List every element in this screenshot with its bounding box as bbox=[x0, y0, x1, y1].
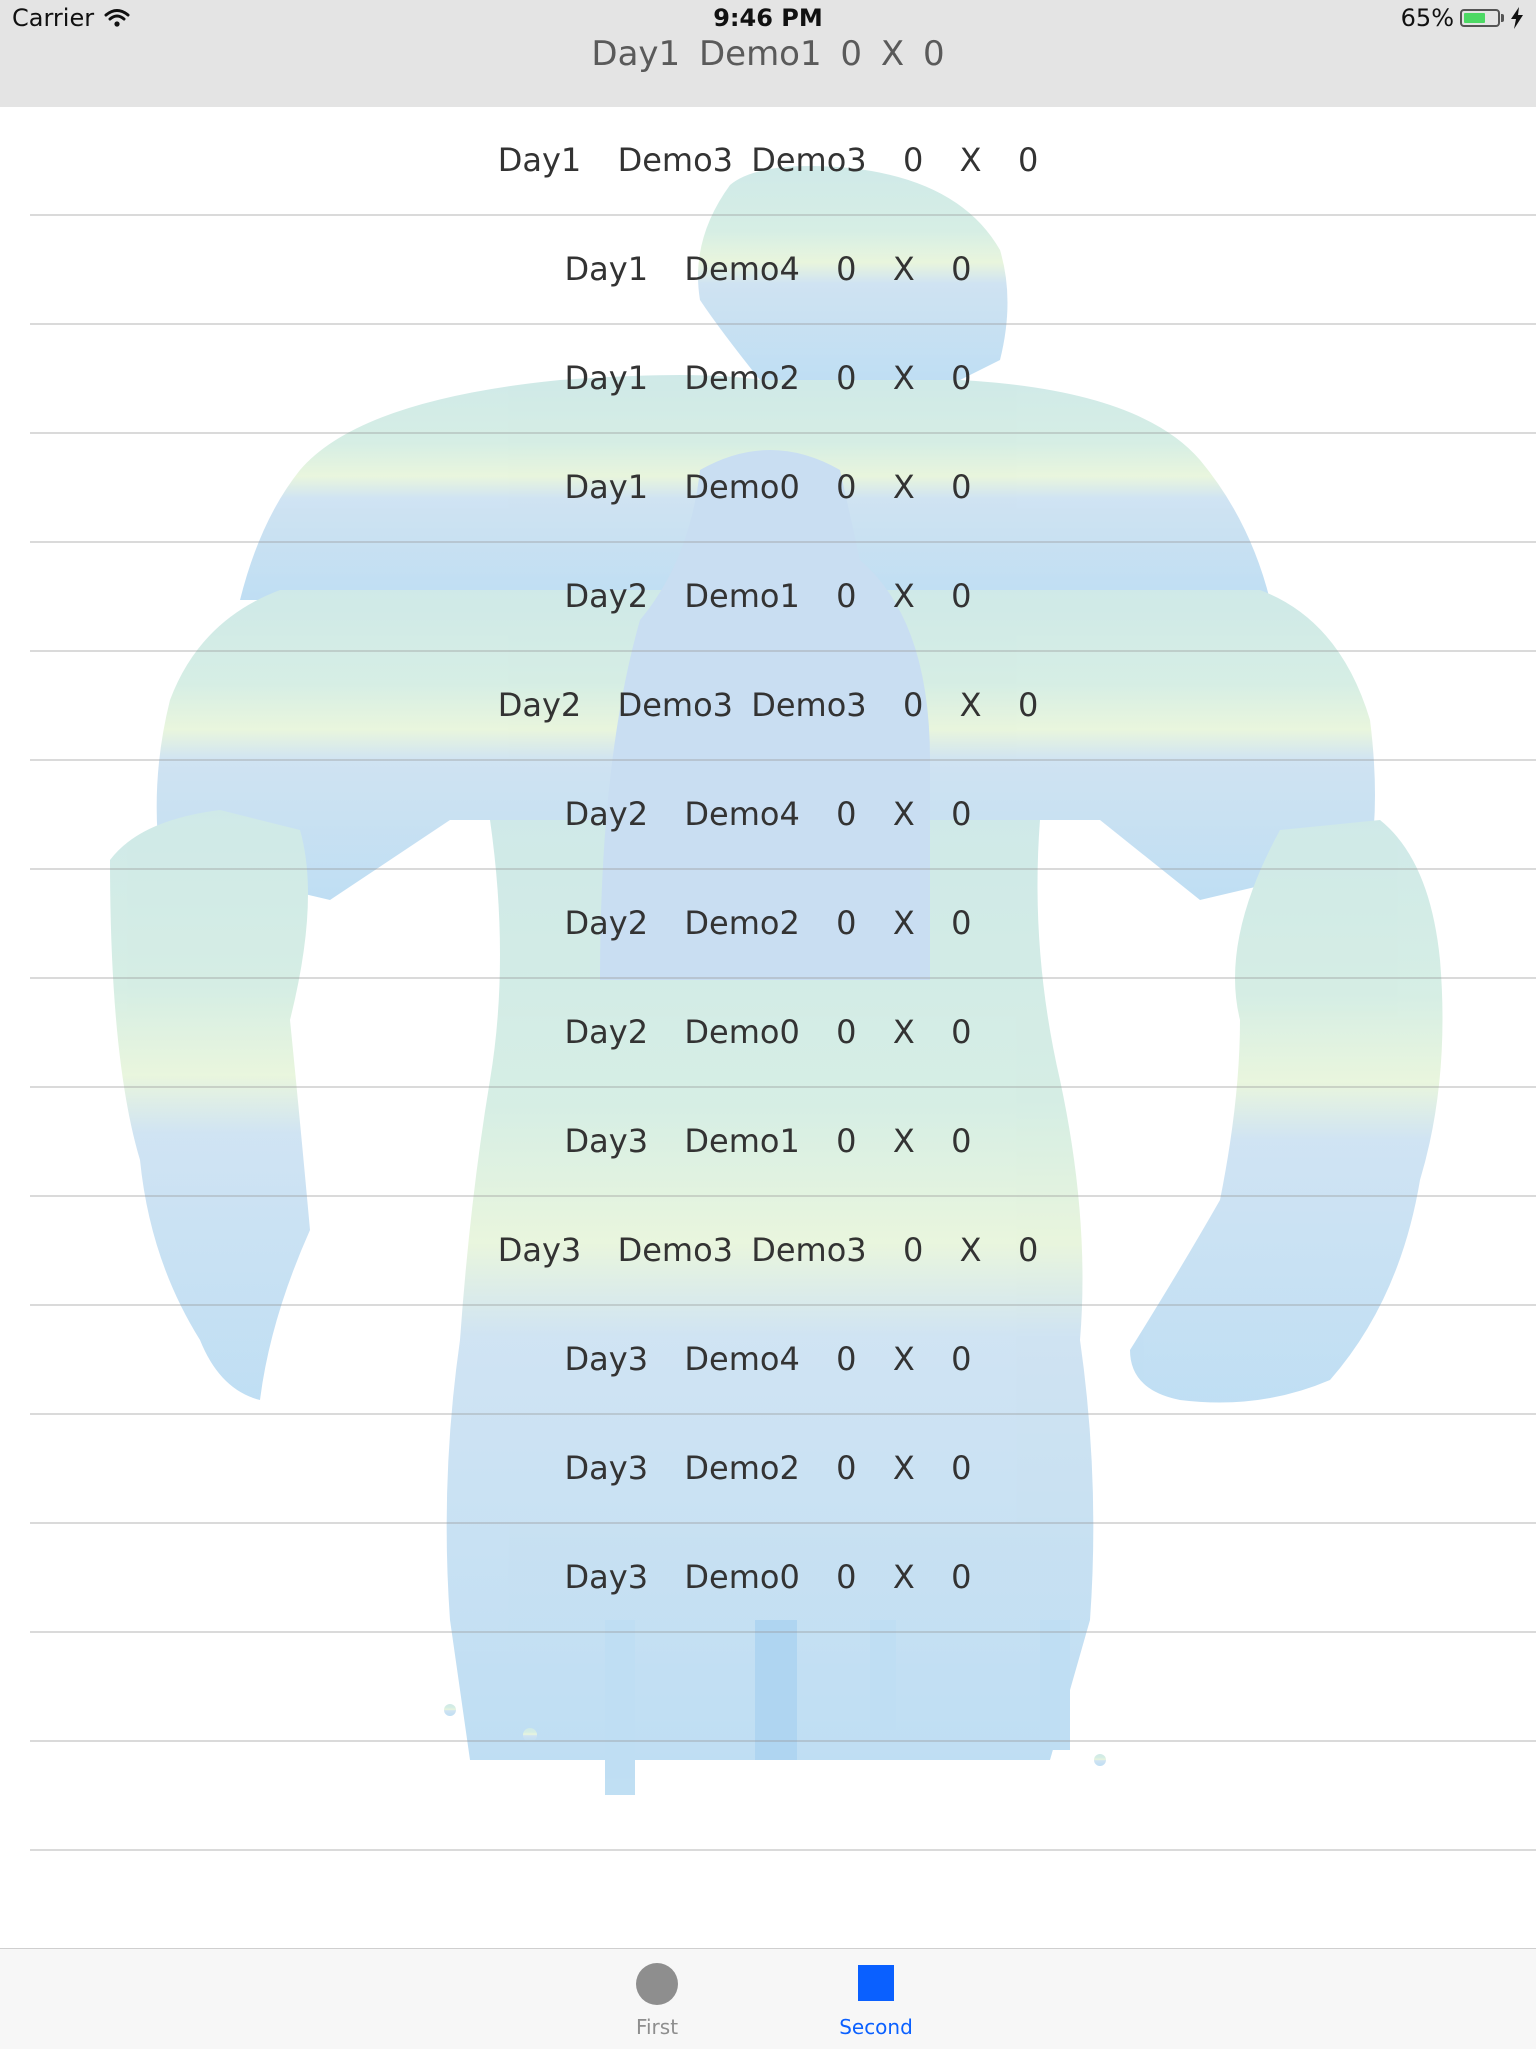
table-row[interactable]: Day1 Demo2 0 X 0 bbox=[30, 325, 1536, 434]
table-row[interactable]: Day2 Demo2 0 X 0 bbox=[30, 870, 1536, 979]
tab-first[interactable]: First bbox=[597, 1949, 717, 2049]
status-battery: 65% bbox=[1401, 4, 1524, 32]
table-row-label: Day1 Demo3 Demo3 0 X 0 bbox=[497, 141, 1039, 179]
table-row[interactable]: Day3 Demo4 0 X 0 bbox=[30, 1306, 1536, 1415]
table-row[interactable]: Day3 Demo0 0 X 0 bbox=[30, 1524, 1536, 1633]
table-row-label: Day2 Demo3 Demo3 0 X 0 bbox=[497, 686, 1039, 724]
table-row-label: Day3 Demo1 0 X 0 bbox=[564, 1122, 972, 1160]
tab-bar: First Second bbox=[0, 1948, 1536, 2049]
table-row-label bbox=[0, 1851, 1536, 1958]
table-row-label: Day1 Demo0 0 X 0 bbox=[564, 468, 972, 506]
tab-second-label: Second bbox=[839, 2015, 913, 2039]
battery-tip bbox=[1501, 14, 1504, 22]
table-row[interactable] bbox=[30, 1742, 1536, 1851]
table-row-label: Day2 Demo2 0 X 0 bbox=[564, 904, 972, 942]
table-row-label: Day3 Demo2 0 X 0 bbox=[564, 1449, 972, 1487]
table-row-label bbox=[0, 1742, 1536, 1849]
table-view[interactable]: Day1 Demo3 Demo3 0 X 0 Day1 Demo4 0 X 0 Da… bbox=[0, 107, 1536, 1960]
table-row[interactable]: Day2 Demo1 0 X 0 bbox=[30, 543, 1536, 652]
table-row-label: Day1 Demo4 0 X 0 bbox=[564, 250, 972, 288]
circle-icon bbox=[636, 1963, 678, 2005]
tab-first-label: First bbox=[635, 2015, 679, 2039]
table-row-label: Day3 Demo0 0 X 0 bbox=[564, 1558, 972, 1596]
table-row[interactable]: Day2 Demo3 Demo3 0 X 0 bbox=[30, 652, 1536, 761]
table-row-label: Day1 Demo2 0 X 0 bbox=[564, 359, 972, 397]
table-row[interactable]: Day1 Demo0 0 X 0 bbox=[30, 434, 1536, 543]
table-row[interactable] bbox=[30, 1851, 1536, 1960]
battery-percent: 65% bbox=[1400, 4, 1454, 32]
nav-title: Day1 Demo1 0 X 0 bbox=[591, 34, 945, 74]
table-row-label: Day3 Demo3 Demo3 0 X 0 bbox=[497, 1231, 1039, 1269]
table-row[interactable] bbox=[30, 1633, 1536, 1742]
table-row[interactable]: Day3 Demo3 Demo3 0 X 0 bbox=[30, 1197, 1536, 1306]
status-time: 9:46 PM bbox=[713, 4, 823, 32]
square-icon bbox=[858, 1965, 894, 2001]
table-row-label bbox=[0, 1633, 1536, 1740]
table-row-label: Day2 Demo0 0 X 0 bbox=[564, 1013, 972, 1051]
tab-second[interactable]: Second bbox=[816, 1949, 936, 2049]
table-row[interactable]: Day1 Demo4 0 X 0 bbox=[30, 216, 1536, 325]
table-row[interactable]: Day2 Demo0 0 X 0 bbox=[30, 979, 1536, 1088]
battery-icon bbox=[1460, 9, 1500, 27]
table-row[interactable]: Day2 Demo4 0 X 0 bbox=[30, 761, 1536, 870]
table-row-label: Day2 Demo4 0 X 0 bbox=[564, 795, 972, 833]
charging-bolt-icon bbox=[1511, 7, 1523, 29]
table-row[interactable]: Day3 Demo1 0 X 0 bbox=[30, 1088, 1536, 1197]
table-row-label: Day2 Demo1 0 X 0 bbox=[564, 577, 972, 615]
table-row[interactable]: Day1 Demo3 Demo3 0 X 0 bbox=[30, 107, 1536, 216]
navigation-bar: Carrier 9:46 PM 65% Day1 Demo1 0 X 0 bbox=[0, 0, 1536, 107]
table-row-label: Day3 Demo4 0 X 0 bbox=[564, 1340, 972, 1378]
table-row[interactable]: Day3 Demo2 0 X 0 bbox=[30, 1415, 1536, 1524]
